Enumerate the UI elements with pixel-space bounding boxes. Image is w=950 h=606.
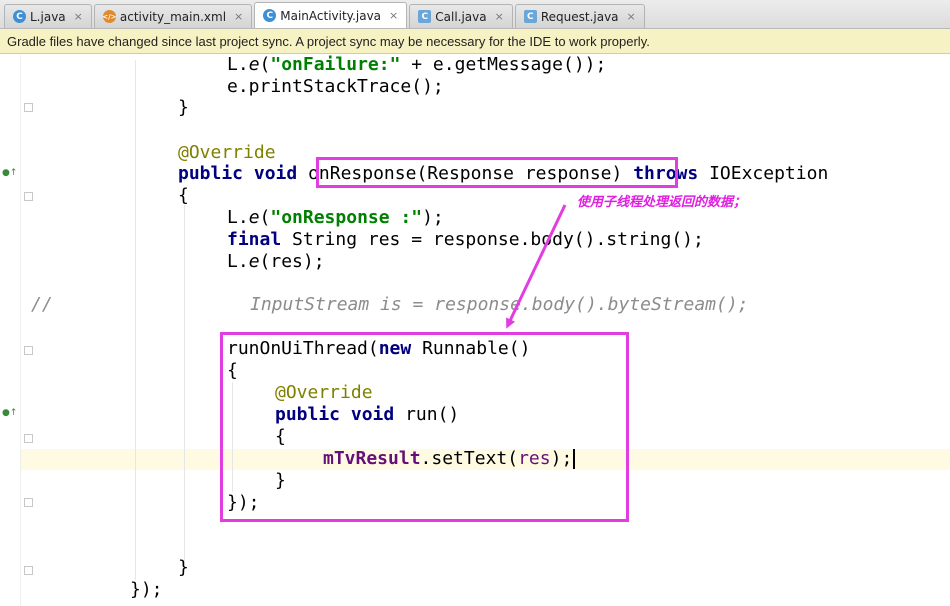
annotation-arrow	[506, 204, 567, 329]
